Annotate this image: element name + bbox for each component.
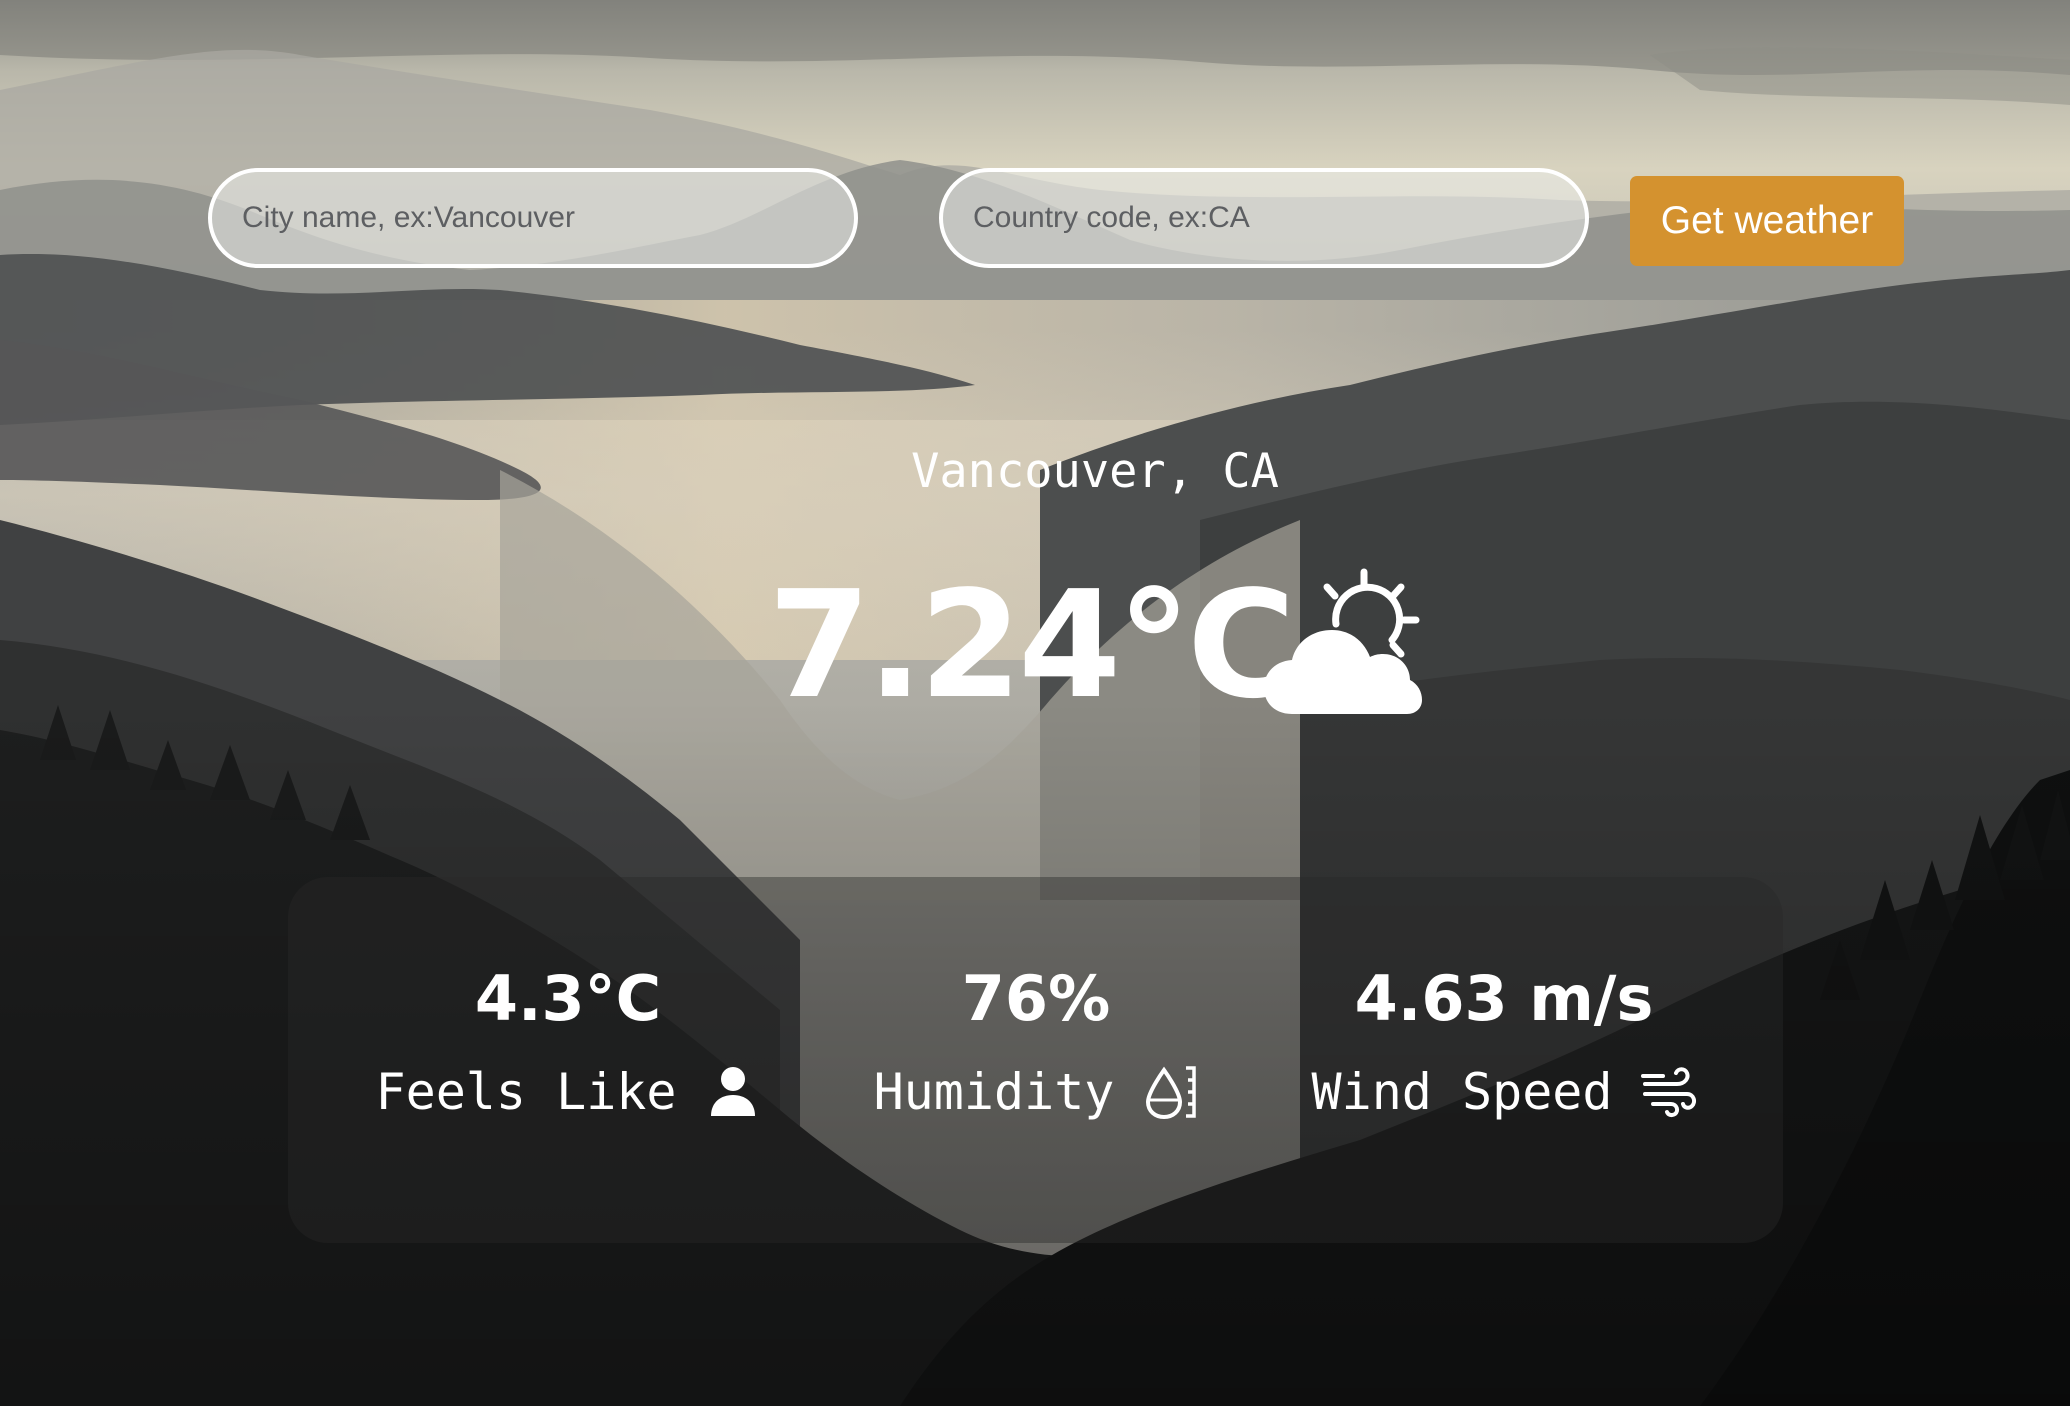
- wind-icon: [1640, 1067, 1696, 1118]
- city-name-input[interactable]: [208, 168, 858, 268]
- get-weather-button[interactable]: Get weather: [1630, 176, 1904, 266]
- feels-like-card: 4.3°C Feels Like: [348, 877, 788, 1243]
- wind-speed-label: Wind Speed: [1311, 1063, 1613, 1121]
- feels-like-label: Feels Like: [375, 1063, 677, 1121]
- person-icon: [710, 1067, 755, 1116]
- humidity-label: Humidity: [873, 1063, 1115, 1121]
- details-panel: 4.3°C Feels Like 76% Humidity 4.63 m/s W…: [288, 877, 1783, 1243]
- partly-cloudy-icon: [1264, 568, 1422, 714]
- wind-speed-card: 4.63 m/s Wind Speed: [1284, 877, 1724, 1243]
- temperature-value: 7.24°C: [768, 559, 1296, 731]
- feels-like-value: 4.3°C: [474, 962, 662, 1035]
- location-label: Vancouver, CA: [911, 444, 1279, 499]
- country-code-input[interactable]: [939, 168, 1589, 268]
- humidity-card: 76% Humidity: [816, 877, 1256, 1243]
- humidity-value: 76%: [961, 962, 1111, 1035]
- wind-speed-value: 4.63 m/s: [1354, 962, 1654, 1035]
- search-bar: Get weather: [0, 0, 2070, 300]
- humidity-icon: [1146, 1066, 1197, 1120]
